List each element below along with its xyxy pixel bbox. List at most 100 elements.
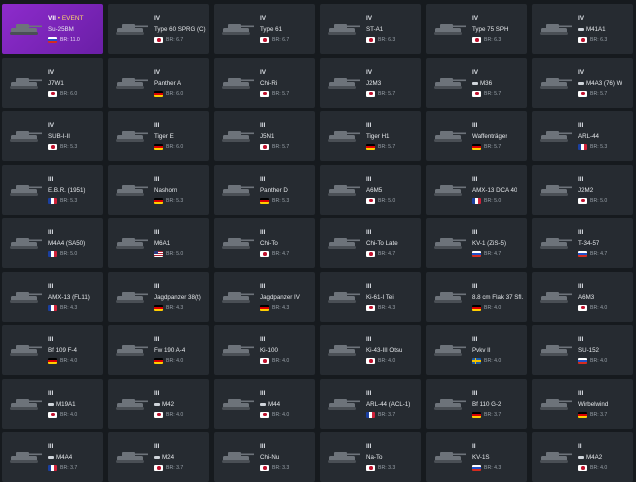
vehicle-card-33[interactable]: III Ki-61-I Tei BR: 4.3: [320, 271, 421, 322]
vehicle-card-44[interactable]: III M44 BR: 4.0: [214, 378, 315, 429]
vehicle-card-16[interactable]: III Waffenträger BR: 5.7: [426, 111, 527, 161]
tier-label: III: [260, 443, 266, 450]
japan-flag-icon: [366, 197, 375, 204]
vehicle-card-30[interactable]: III AMX-13 (FL11) BR: 4.3: [2, 271, 103, 322]
vehicle-thumbnail-icon: [328, 24, 360, 35]
vehicle-card-29[interactable]: III T-34-57 BR: 4.7: [532, 218, 633, 268]
vehicle-card-11[interactable]: IV M4A3 (76) W BR: 5.7: [532, 57, 633, 108]
br-line: BR: 5.7: [472, 90, 501, 97]
vehicle-name-text: M44: [268, 400, 281, 408]
vehicle-tier: III: [472, 283, 477, 290]
vehicle-card-0[interactable]: VII • EVENT Su-25BM BR: 11.0: [2, 4, 103, 54]
vehicle-card-23[interactable]: III J2M2 BR: 5.0: [532, 164, 633, 215]
vehicle-card-15[interactable]: III Tiger H1 BR: 5.7: [320, 111, 421, 161]
japan-flag-icon: [260, 411, 269, 418]
vehicle-card-49[interactable]: III M24 BR: 3.7: [108, 432, 209, 482]
vehicle-card-9[interactable]: IV J2M3 BR: 5.7: [320, 57, 421, 108]
vehicle-card-10[interactable]: IV M36 BR: 5.7: [426, 57, 527, 108]
tier-label: III: [366, 336, 372, 343]
vehicle-card-37[interactable]: III Fw 190 A-4 BR: 4.0: [108, 325, 209, 375]
vehicle-card-39[interactable]: III Ki-43-III Otsu BR: 4.0: [320, 325, 421, 375]
vehicle-card-31[interactable]: III Jagdpanzer 38(t) BR: 4.3: [108, 271, 209, 322]
vehicle-card-1[interactable]: IV Type 60 SPRG (C) BR: 6.7: [108, 4, 209, 54]
vehicle-card-2[interactable]: IV Type 61 BR: 6.7: [214, 4, 315, 54]
france-flag-icon: [578, 144, 587, 150]
vehicle-name-text: Chi-To Late: [366, 240, 398, 247]
vehicle-card-35[interactable]: III A6M3 BR: 4.0: [532, 271, 633, 322]
vehicle-card-42[interactable]: III M19A1 BR: 4.0: [2, 378, 103, 429]
br-line: BR: 11.0: [48, 37, 80, 43]
br-line: BR: 4.7: [260, 251, 289, 257]
vehicle-name: Type 60 SPRG (C): [154, 26, 206, 33]
vehicle-name: ARL-44: [578, 133, 599, 140]
vehicle-card-17[interactable]: III ARL-44 BR: 5.3: [532, 111, 633, 161]
germany-flag-icon: [472, 411, 481, 418]
battle-rating: BR: 4.0: [590, 358, 608, 364]
vehicle-tier: III: [260, 229, 265, 236]
br-line: BR: 5.3: [48, 144, 77, 150]
vehicle-card-14[interactable]: III J5N1 BR: 5.7: [214, 111, 315, 161]
br-line: BR: 6.3: [578, 37, 607, 43]
germany-flag-icon: [260, 304, 269, 311]
vehicle-card-21[interactable]: III A6M5 BR: 5.0: [320, 164, 421, 215]
vehicle-card-12[interactable]: IV SUB-I-II BR: 5.3: [2, 111, 103, 161]
vehicle-name-text: M41A1: [586, 26, 606, 33]
vehicle-card-18[interactable]: III E.B.R. (1951) BR: 5.3: [2, 164, 103, 215]
tier-label: IV: [260, 68, 267, 76]
battle-rating: BR: 4.0: [484, 358, 502, 364]
vehicle-card-27[interactable]: III Chi-To Late BR: 4.7: [320, 218, 421, 268]
vehicle-card-32[interactable]: III Jagdpanzer IV BR: 4.3: [214, 271, 315, 322]
vehicle-card-47[interactable]: III Wirbelwind BR: 3.7: [532, 378, 633, 429]
vehicle-thumbnail-icon: [116, 131, 148, 142]
tier-label: III: [260, 122, 266, 129]
vehicle-name: Ki-100: [260, 347, 278, 354]
vehicle-card-8[interactable]: IV Chi-Ri BR: 5.7: [214, 57, 315, 108]
vehicle-card-51[interactable]: III Na-To BR: 3.3: [320, 432, 421, 482]
vehicle-card-40[interactable]: III Pvkv II BR: 4.0: [426, 325, 527, 375]
vehicle-tier: III: [48, 443, 53, 450]
vehicle-tier: IV: [472, 15, 478, 22]
vehicle-card-25[interactable]: III M6A1 BR: 5.0: [108, 218, 209, 268]
tier-label: III: [48, 282, 54, 290]
br-line: BR: 4.7: [578, 251, 607, 257]
vehicle-card-4[interactable]: IV Type 75 SPH BR: 6.3: [426, 4, 527, 54]
vehicle-card-24[interactable]: III M4A4 (SA50) BR: 5.0: [2, 218, 103, 268]
vehicle-card-50[interactable]: III Chi-Nu BR: 3.3: [214, 432, 315, 482]
vehicle-card-22[interactable]: III AMX-13 DCA 40 BR: 5.0: [426, 164, 527, 215]
vehicle-card-13[interactable]: III Tiger E BR: 6.0: [108, 111, 209, 161]
vehicle-card-41[interactable]: III SU-152 BR: 4.0: [532, 325, 633, 375]
vehicle-name-text: M6A1: [154, 240, 171, 247]
vehicle-card-19[interactable]: III Nashorn BR: 5.3: [108, 164, 209, 215]
vehicle-card-36[interactable]: III Bf 109 F-4 BR: 4.0: [2, 325, 103, 375]
vehicle-card-28[interactable]: III KV-1 (ZiS-5) BR: 4.7: [426, 218, 527, 268]
vehicle-card-38[interactable]: III Ki-100 BR: 4.0: [214, 325, 315, 375]
vehicle-thumbnail-icon: [434, 291, 466, 303]
vehicle-card-6[interactable]: IV J7W1 BR: 6.0: [2, 57, 103, 108]
br-line: BR: 5.3: [48, 197, 77, 204]
br-line: BR: 5.3: [578, 144, 607, 150]
vehicle-card-43[interactable]: III M42 BR: 4.0: [108, 378, 209, 429]
vehicle-card-53[interactable]: II M4A2 BR: 4.0: [532, 432, 633, 482]
vehicle-name-text: M4A4: [56, 454, 73, 461]
battle-rating: BR: 4.7: [272, 251, 290, 257]
japan-flag-icon: [260, 144, 269, 150]
battle-rating: BR: 4.7: [484, 251, 502, 257]
vehicle-name-text: Chi-Nu: [260, 454, 280, 461]
vehicle-card-48[interactable]: III M4A4 BR: 3.7: [2, 432, 103, 482]
vehicle-card-45[interactable]: III ARL-44 (ACL-1) BR: 3.7: [320, 378, 421, 429]
vehicle-thumbnail-icon: [116, 238, 148, 249]
vehicle-card-5[interactable]: IV M41A1 BR: 6.3: [532, 4, 633, 54]
vehicle-tier: III: [48, 229, 53, 236]
vehicle-name: Jagdpanzer 38(t): [154, 294, 201, 301]
vehicle-card-7[interactable]: IV Panther A BR: 6.0: [108, 57, 209, 108]
vehicle-thumbnail-icon: [540, 77, 572, 89]
vehicle-name-text: SU-152: [578, 347, 599, 354]
vehicle-card-34[interactable]: III 8.8 cm Flak 37 Sfl. BR: 4.0: [426, 271, 527, 322]
vehicle-name: AMX-13 DCA 40: [472, 187, 517, 194]
vehicle-card-20[interactable]: III Panther D BR: 5.3: [214, 164, 315, 215]
vehicle-card-46[interactable]: III Bf 110 G-2 BR: 3.7: [426, 378, 527, 429]
vehicle-card-26[interactable]: III Chi-To BR: 4.7: [214, 218, 315, 268]
vehicle-name-text: J2M3: [366, 79, 382, 87]
vehicle-card-52[interactable]: II KV-1S BR: 4.3: [426, 432, 527, 482]
vehicle-card-3[interactable]: IV ST-A1 BR: 6.3: [320, 4, 421, 54]
